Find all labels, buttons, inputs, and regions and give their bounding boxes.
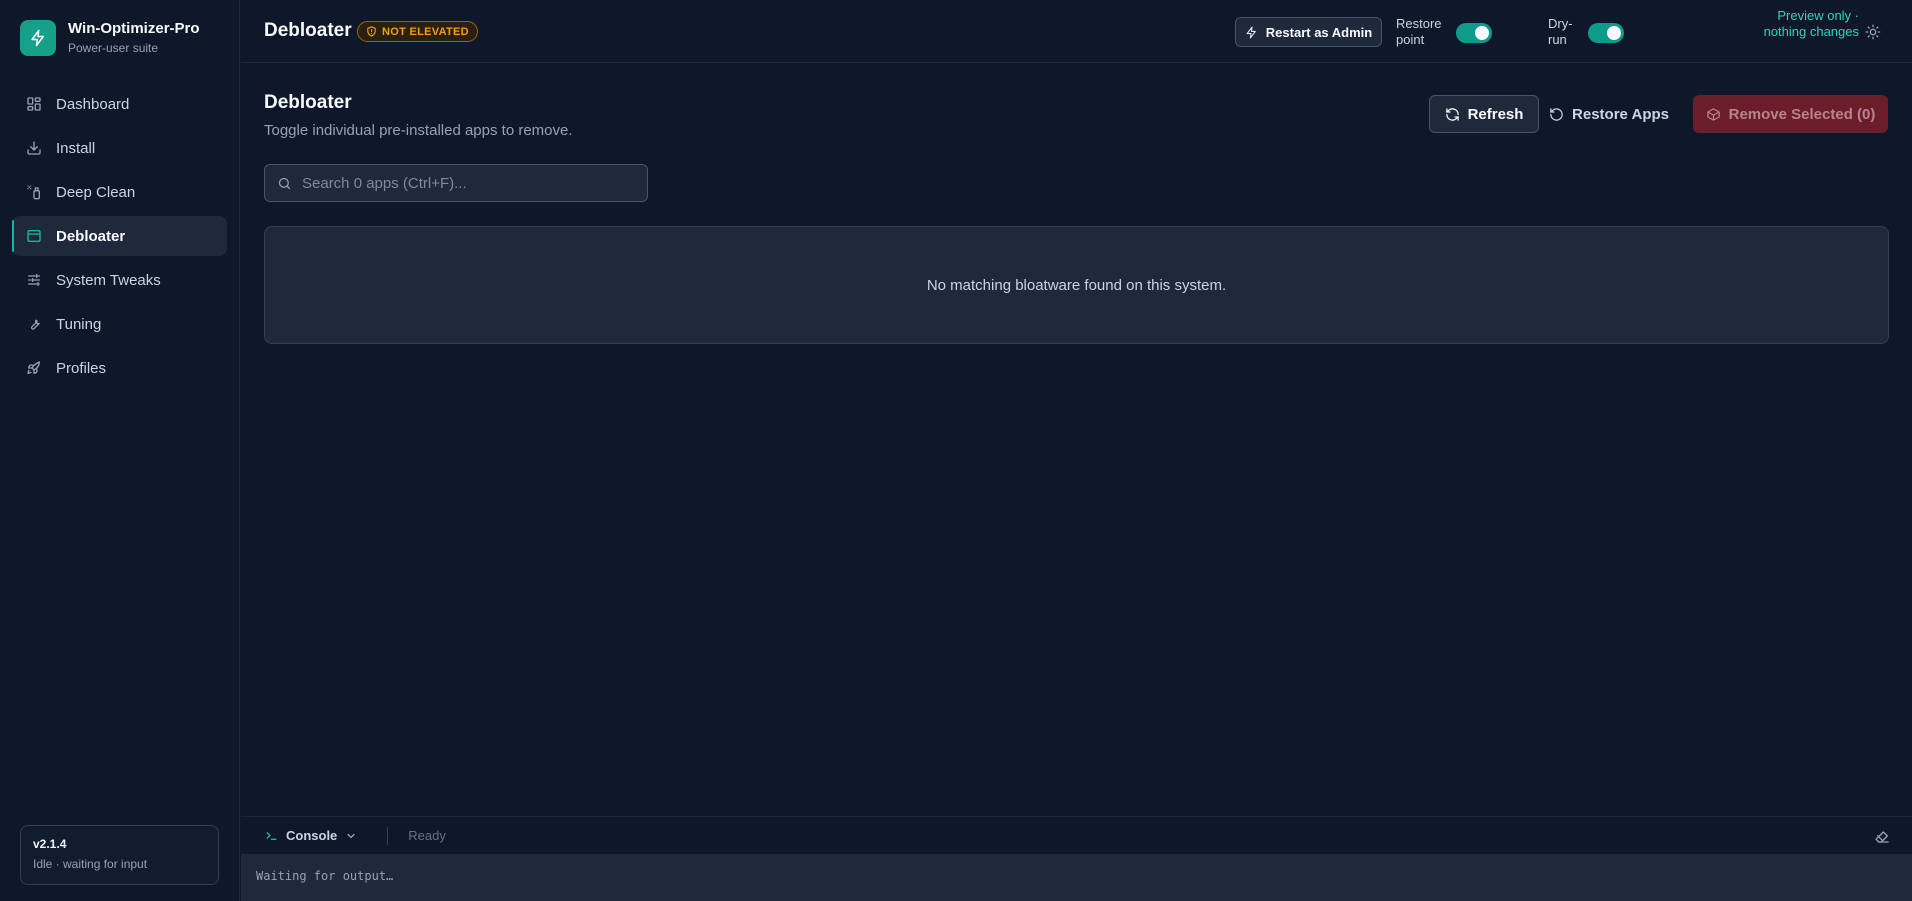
restore-point-toggle[interactable]: [1456, 23, 1492, 43]
window-icon: [27, 230, 41, 242]
search-icon: [278, 177, 291, 189]
app-status: Idle · waiting for input: [33, 857, 148, 871]
app-name: Win-Optimizer-Pro: [68, 20, 200, 37]
clear-console-button[interactable]: [1874, 828, 1890, 844]
restore-apps-label: Restore Apps: [1572, 105, 1669, 123]
sidebar-item-tuning[interactable]: Tuning: [12, 304, 227, 344]
rocket-icon: [27, 361, 40, 374]
search-input[interactable]: [302, 165, 647, 201]
refresh-button[interactable]: Refresh: [1429, 95, 1539, 133]
app-version: v2.1.4: [33, 837, 67, 851]
sidebar-item-label: System Tweaks: [56, 271, 161, 289]
dashboard-icon: [27, 97, 41, 111]
console-tab-label: Console: [286, 828, 338, 843]
console-divider: [387, 826, 389, 845]
console-output: Waiting for output…: [241, 854, 1912, 901]
package-x-icon: [1706, 107, 1720, 121]
empty-state-message: No matching bloatware found on this syst…: [926, 276, 1227, 294]
sidebar-item-label: Tuning: [56, 315, 102, 333]
console-status: Ready: [408, 828, 446, 843]
dry-run-label: Dry-run: [1548, 16, 1573, 47]
restore-apps-button[interactable]: Restore Apps: [1549, 95, 1669, 133]
sidebar-item-deep-clean[interactable]: Deep Clean: [12, 172, 227, 212]
empty-state-panel: No matching bloatware found on this syst…: [264, 226, 1889, 344]
terminal-icon: [266, 832, 277, 840]
sidebar: Win-Optimizer-Pro Power-user suite Dashb…: [0, 0, 240, 901]
sidebar-item-label: Dashboard: [56, 95, 130, 113]
sidebar-item-dashboard[interactable]: Dashboard: [12, 84, 227, 124]
console-bar: Console Ready: [241, 816, 1912, 854]
page-description: Toggle individual pre-installed apps to …: [264, 122, 573, 139]
top-bar: Debloater NOT ELEVATED Restart as Admin …: [241, 0, 1912, 63]
eraser-icon: [1875, 831, 1889, 843]
sliders-icon: [28, 274, 40, 286]
page-title: Debloater: [264, 92, 352, 113]
restart-as-admin-label: Restart as Admin: [1265, 24, 1373, 40]
shield-alert-icon: [367, 26, 376, 37]
restart-as-admin-button[interactable]: Restart as Admin: [1235, 17, 1382, 47]
brand: Win-Optimizer-Pro Power-user suite: [20, 20, 200, 56]
sidebar-item-profiles[interactable]: Profiles: [12, 348, 227, 388]
console-tab[interactable]: Console: [265, 828, 357, 843]
sidebar-item-label: Debloater: [56, 227, 126, 245]
remove-selected-label: Remove Selected (0): [1728, 105, 1876, 123]
refresh-icon: [1445, 107, 1459, 121]
theme-toggle-button[interactable]: [1863, 22, 1883, 42]
sidebar-item-system-tweaks[interactable]: System Tweaks: [12, 260, 227, 300]
remove-selected-button[interactable]: Remove Selected (0): [1693, 95, 1888, 133]
version-card: v2.1.4 Idle · waiting for input: [20, 825, 219, 885]
wrench-icon: [30, 319, 40, 330]
refresh-label: Refresh: [1467, 105, 1524, 123]
sidebar-item-debloater[interactable]: Debloater: [12, 216, 227, 256]
download-icon: [27, 141, 41, 155]
chevron-down-icon: [347, 833, 355, 838]
sidebar-item-label: Profiles: [56, 359, 107, 377]
restore-point-label: Restore point: [1396, 16, 1442, 47]
sidebar-item-label: Deep Clean: [56, 183, 136, 201]
bolt-icon: [20, 20, 56, 56]
search-box[interactable]: [264, 164, 648, 202]
sidebar-nav: Dashboard Install Deep Clean Debloater S…: [12, 84, 227, 392]
bolt-icon: [1246, 26, 1256, 38]
app-subtitle: Power-user suite: [68, 41, 159, 55]
header-title: Debloater: [264, 20, 352, 41]
preview-note: Preview only · nothing changes: [1763, 8, 1859, 39]
sidebar-item-install[interactable]: Install: [12, 128, 227, 168]
sidebar-item-label: Install: [56, 139, 96, 157]
status-badge: NOT ELEVATED: [357, 21, 478, 42]
spray-icon: [27, 185, 40, 200]
dry-run-toggle[interactable]: [1588, 23, 1624, 43]
status-badge-label: NOT ELEVATED: [382, 25, 469, 38]
console-output-text: Waiting for output…: [256, 869, 394, 883]
sun-icon: [1865, 24, 1881, 40]
rotate-ccw-icon: [1550, 107, 1563, 121]
